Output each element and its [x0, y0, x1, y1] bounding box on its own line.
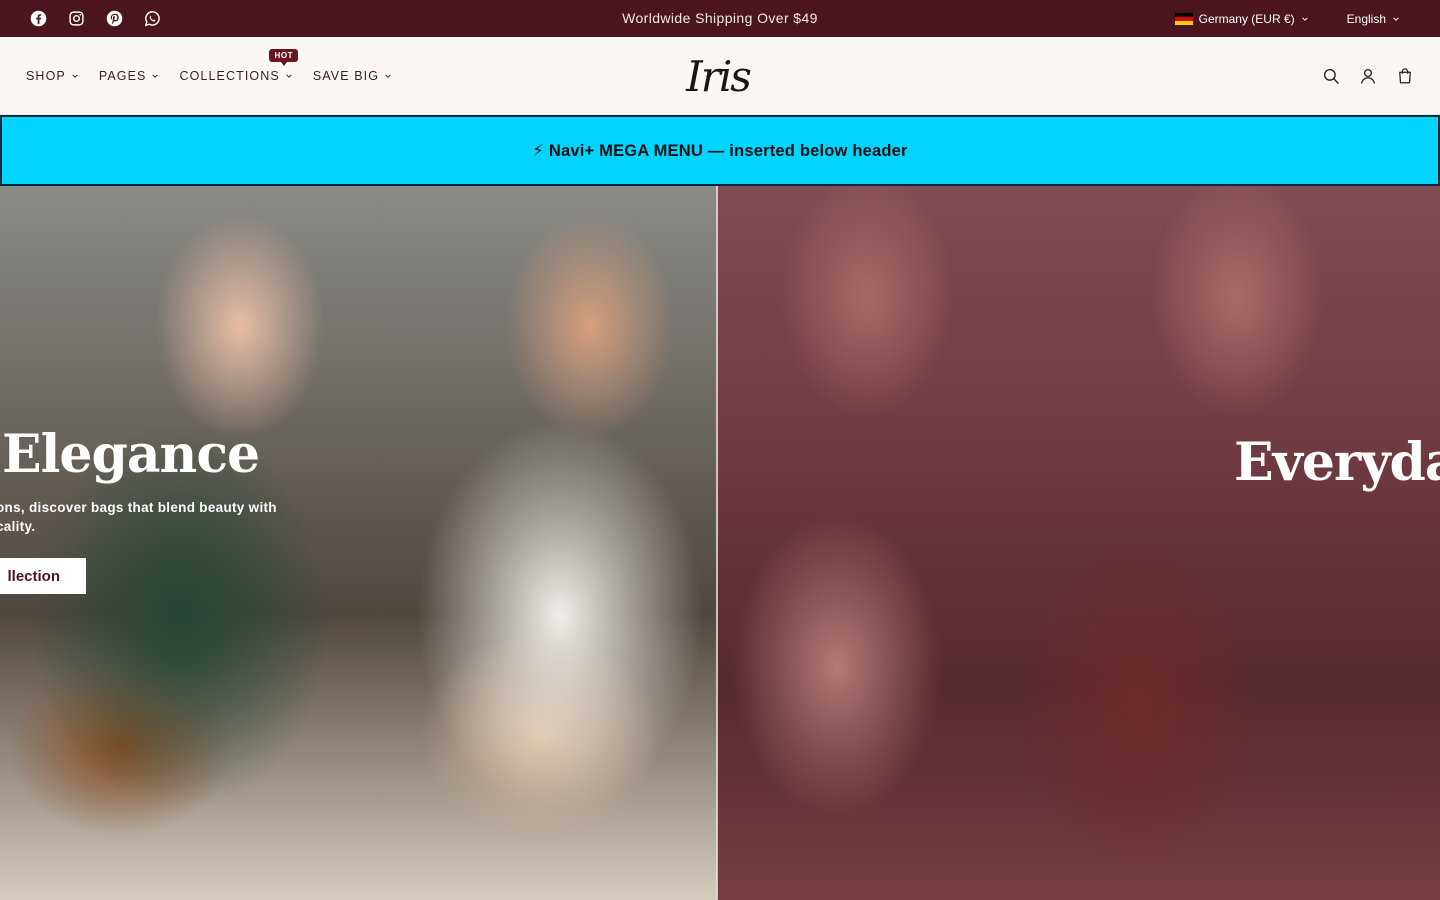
hero-slide-image	[717, 186, 1440, 900]
nav-item-label: SAVE BIG	[312, 69, 380, 83]
site-header: SHOP PAGES HOT COLLECTIONS SAVE BIG Iris	[0, 37, 1440, 115]
nav-item-label: SHOP	[26, 69, 66, 83]
instagram-icon[interactable]	[68, 10, 85, 27]
chevron-down-icon	[152, 74, 159, 78]
chevron-down-icon	[385, 74, 391, 78]
cart-icon[interactable]	[1396, 67, 1414, 85]
nav-item-save-big[interactable]: SAVE BIG	[313, 69, 392, 83]
main-nav: SHOP PAGES HOT COLLECTIONS SAVE BIG	[26, 37, 392, 115]
locale-selectors: Germany (EUR €) English	[1174, 0, 1400, 37]
nav-item-label: PAGES	[98, 69, 147, 83]
navi-mega-menu-banner: ⚡ Navi+ MEGA MENU — inserted below heade…	[0, 115, 1440, 186]
language-label: English	[1346, 11, 1386, 26]
account-icon[interactable]	[1359, 67, 1377, 85]
chevron-down-icon	[72, 74, 78, 78]
shop-collection-button[interactable]: llection	[0, 558, 86, 594]
country-label: Germany (EUR €)	[1198, 11, 1295, 26]
germany-flag-icon	[1174, 12, 1193, 25]
header-actions	[1322, 37, 1414, 115]
whatsapp-icon[interactable]	[144, 10, 161, 27]
hero-heading: Everyday	[1234, 432, 1440, 493]
facebook-icon[interactable]	[30, 10, 47, 27]
hero-slide-image	[0, 186, 717, 900]
store-logo[interactable]: Iris	[676, 51, 760, 101]
country-selector[interactable]: Germany (EUR €)	[1174, 11, 1309, 26]
pinterest-icon[interactable]	[106, 10, 123, 27]
chevron-down-icon	[1393, 16, 1399, 21]
social-links	[30, 0, 161, 37]
hero-description: ons, discover bags that blend beauty wit…	[0, 500, 277, 534]
announcement-bar: Worldwide Shipping Over $49 Germany (EUR…	[0, 0, 1440, 37]
nav-item-label: COLLECTIONS	[179, 69, 280, 83]
nav-item-pages[interactable]: PAGES	[99, 69, 160, 83]
chevron-down-icon	[1301, 16, 1308, 21]
hero-heading: Elegance	[2, 424, 260, 485]
language-selector[interactable]: English	[1347, 12, 1400, 26]
hero-slider: Elegance ons, discover bags that blend b…	[0, 186, 1440, 900]
nav-item-collections[interactable]: HOT COLLECTIONS	[179, 49, 299, 83]
chevron-down-icon	[286, 74, 292, 78]
nav-item-shop[interactable]: SHOP	[26, 69, 79, 83]
slide-divider	[716, 186, 718, 900]
search-icon[interactable]	[1322, 67, 1340, 85]
hot-badge: HOT	[269, 49, 299, 66]
